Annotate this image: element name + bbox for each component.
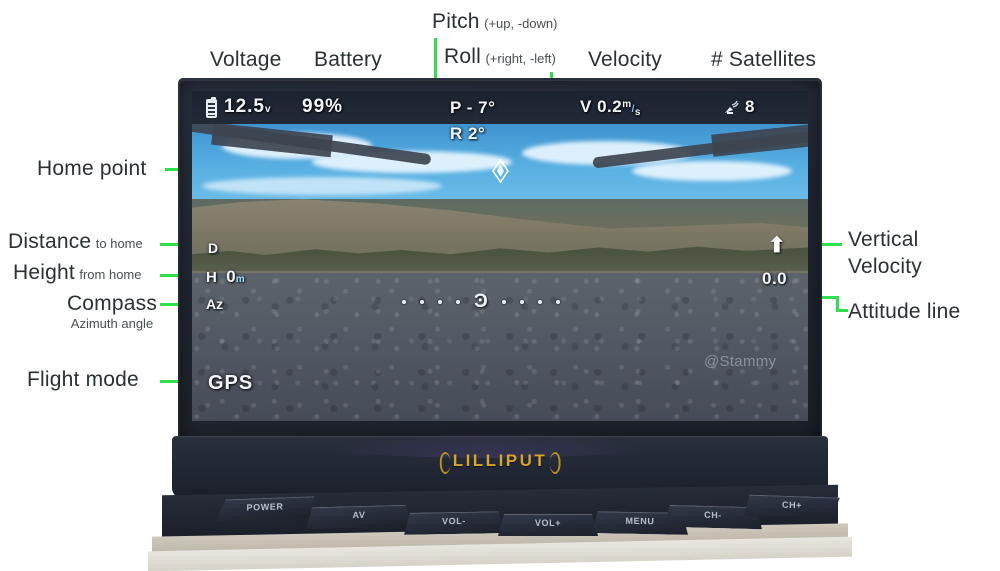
voltage-value: 12.5 (224, 96, 265, 117)
annotation-voltage-label: Voltage (210, 48, 282, 71)
cloud (632, 161, 792, 181)
height-label: H (206, 269, 217, 286)
attitude-dot (420, 300, 424, 304)
battery-icon (206, 97, 217, 118)
roll-value: 2° (468, 124, 486, 143)
annotation-distance-label: Distance (8, 230, 92, 253)
channel-up-button-label: CH+ (781, 499, 803, 511)
annotation-vertical-velocity-line2: Velocity (848, 255, 922, 278)
annotation-battery-label: Battery (314, 48, 382, 71)
height-unit: m (235, 274, 245, 285)
height-value: 0 (226, 267, 236, 286)
attitude-dot (501, 300, 506, 304)
azimuth-label: Az (206, 296, 224, 312)
annotation-voltage: Voltage (210, 48, 281, 72)
home-point-marker (492, 158, 509, 184)
attitude-center-marker: Ͽ (474, 291, 488, 312)
annotation-roll-note: (+right, -left) (485, 51, 556, 66)
osd-top-bar (192, 91, 808, 124)
cloud (202, 177, 442, 195)
annotation-compass: Compass Azimuth angle (43, 292, 181, 331)
menu-button-label: MENU (625, 515, 655, 527)
roll-label: R (450, 124, 463, 143)
field-monitor: 12.5v 99% P - 7° R 2° V 0.2m/s 8 D H 0m … (148, 78, 852, 571)
power-button-label: POWER (246, 501, 284, 513)
annotation-satellites: # Satellites (711, 48, 816, 72)
distance-readout: D (208, 240, 218, 256)
channel-down-button-label: CH- (704, 509, 722, 521)
satellite-icon (722, 98, 740, 120)
annotation-compass-note: Azimuth angle (70, 316, 154, 331)
flight-mode-readout: GPS (208, 372, 254, 394)
vol-up-button-label: VOL+ (534, 518, 562, 528)
brand-logo: LILLIPUT (439, 450, 560, 474)
annotation-satellites-label: # Satellites (711, 48, 817, 71)
annotation-vertical-velocity-line1: Vertical (848, 228, 919, 251)
velocity-value: 0.2 (597, 97, 623, 116)
attitude-dot (555, 300, 560, 304)
annotation-distance-note: to home (95, 236, 143, 251)
satellite-dish-glyph (725, 100, 739, 114)
annotation-compass-label: Compass (66, 292, 158, 315)
gravel-foreground (192, 273, 808, 421)
annotation-velocity-label: Velocity (588, 48, 662, 71)
vol-down-button-label: VOL- (442, 515, 466, 527)
velocity-unit-denominator: s (634, 107, 641, 118)
button-row: POWER AV VOL- VOL+ MENU CH- CH+ (164, 488, 838, 540)
video-screen: 12.5v 99% P - 7° R 2° V 0.2m/s 8 D H 0m … (192, 91, 808, 421)
pitch-value: - 7° (466, 98, 496, 117)
av-button-label: AV (352, 509, 366, 521)
height-readout: H 0m (206, 267, 245, 287)
attitude-dot (537, 300, 542, 304)
vertical-velocity-readout: 0.0 (762, 269, 788, 288)
attitude-dot (438, 300, 442, 304)
pitch-readout: P - 7° (450, 98, 495, 118)
attitude-dot (519, 300, 524, 304)
attitude-dot (402, 300, 406, 304)
velocity-readout: V 0.2m/s (580, 97, 641, 118)
annotation-pitch-label: Pitch (432, 10, 480, 33)
azimuth-readout: Az (206, 296, 223, 314)
leader-attitude-tick (836, 309, 848, 312)
annotation-distance: Distance to home (8, 230, 143, 254)
satellite-count-readout: 8 (745, 97, 755, 116)
vol-down-button[interactable]: VOL- (404, 511, 504, 535)
voltage-readout: 12.5v (224, 96, 272, 118)
annotation-home-point: Home point (37, 157, 146, 181)
distance-label: D (208, 240, 219, 256)
voltage-unit: v (264, 104, 272, 115)
annotation-height: Height from home (13, 261, 142, 285)
annotation-flight-mode: Flight mode (27, 368, 139, 392)
annotation-roll: Roll (+right, -left) (444, 45, 556, 69)
annotation-battery: Battery (314, 48, 382, 72)
annotation-pitch-note: (+up, -down) (484, 16, 558, 31)
vol-up-button[interactable]: VOL+ (498, 514, 598, 536)
roll-readout: R 2° (450, 124, 485, 144)
annotation-roll-label: Roll (444, 45, 481, 68)
av-button[interactable]: AV (306, 505, 412, 530)
annotation-velocity: Velocity (588, 48, 662, 72)
annotation-height-note: from home (79, 267, 142, 282)
annotation-attitude-line-label: Attitude line (848, 300, 961, 323)
annotation-height-label: Height (13, 261, 75, 284)
annotation-flight-mode-label: Flight mode (27, 368, 139, 391)
battery-percent-readout: 99% (302, 96, 344, 117)
channel-up-button[interactable]: CH+ (744, 494, 840, 519)
annotation-attitude-line: Attitude line (848, 300, 960, 324)
velocity-unit-numerator: m (622, 99, 632, 110)
attitude-indicator: Ͽ (402, 291, 560, 312)
annotation-home-point-label: Home point (37, 157, 147, 180)
annotation-vertical-velocity: Vertical Velocity (848, 226, 922, 280)
velocity-label: V (580, 97, 592, 116)
annotation-pitch: Pitch (+up, -down) (432, 10, 557, 34)
vertical-velocity-up-arrow-icon: ⬆ (768, 234, 786, 257)
home-point-diamond-icon (492, 158, 509, 184)
pitch-label: P (450, 98, 462, 117)
power-button[interactable]: POWER (216, 496, 314, 521)
watermark: @Stammy (704, 353, 777, 370)
attitude-dot (456, 300, 460, 304)
